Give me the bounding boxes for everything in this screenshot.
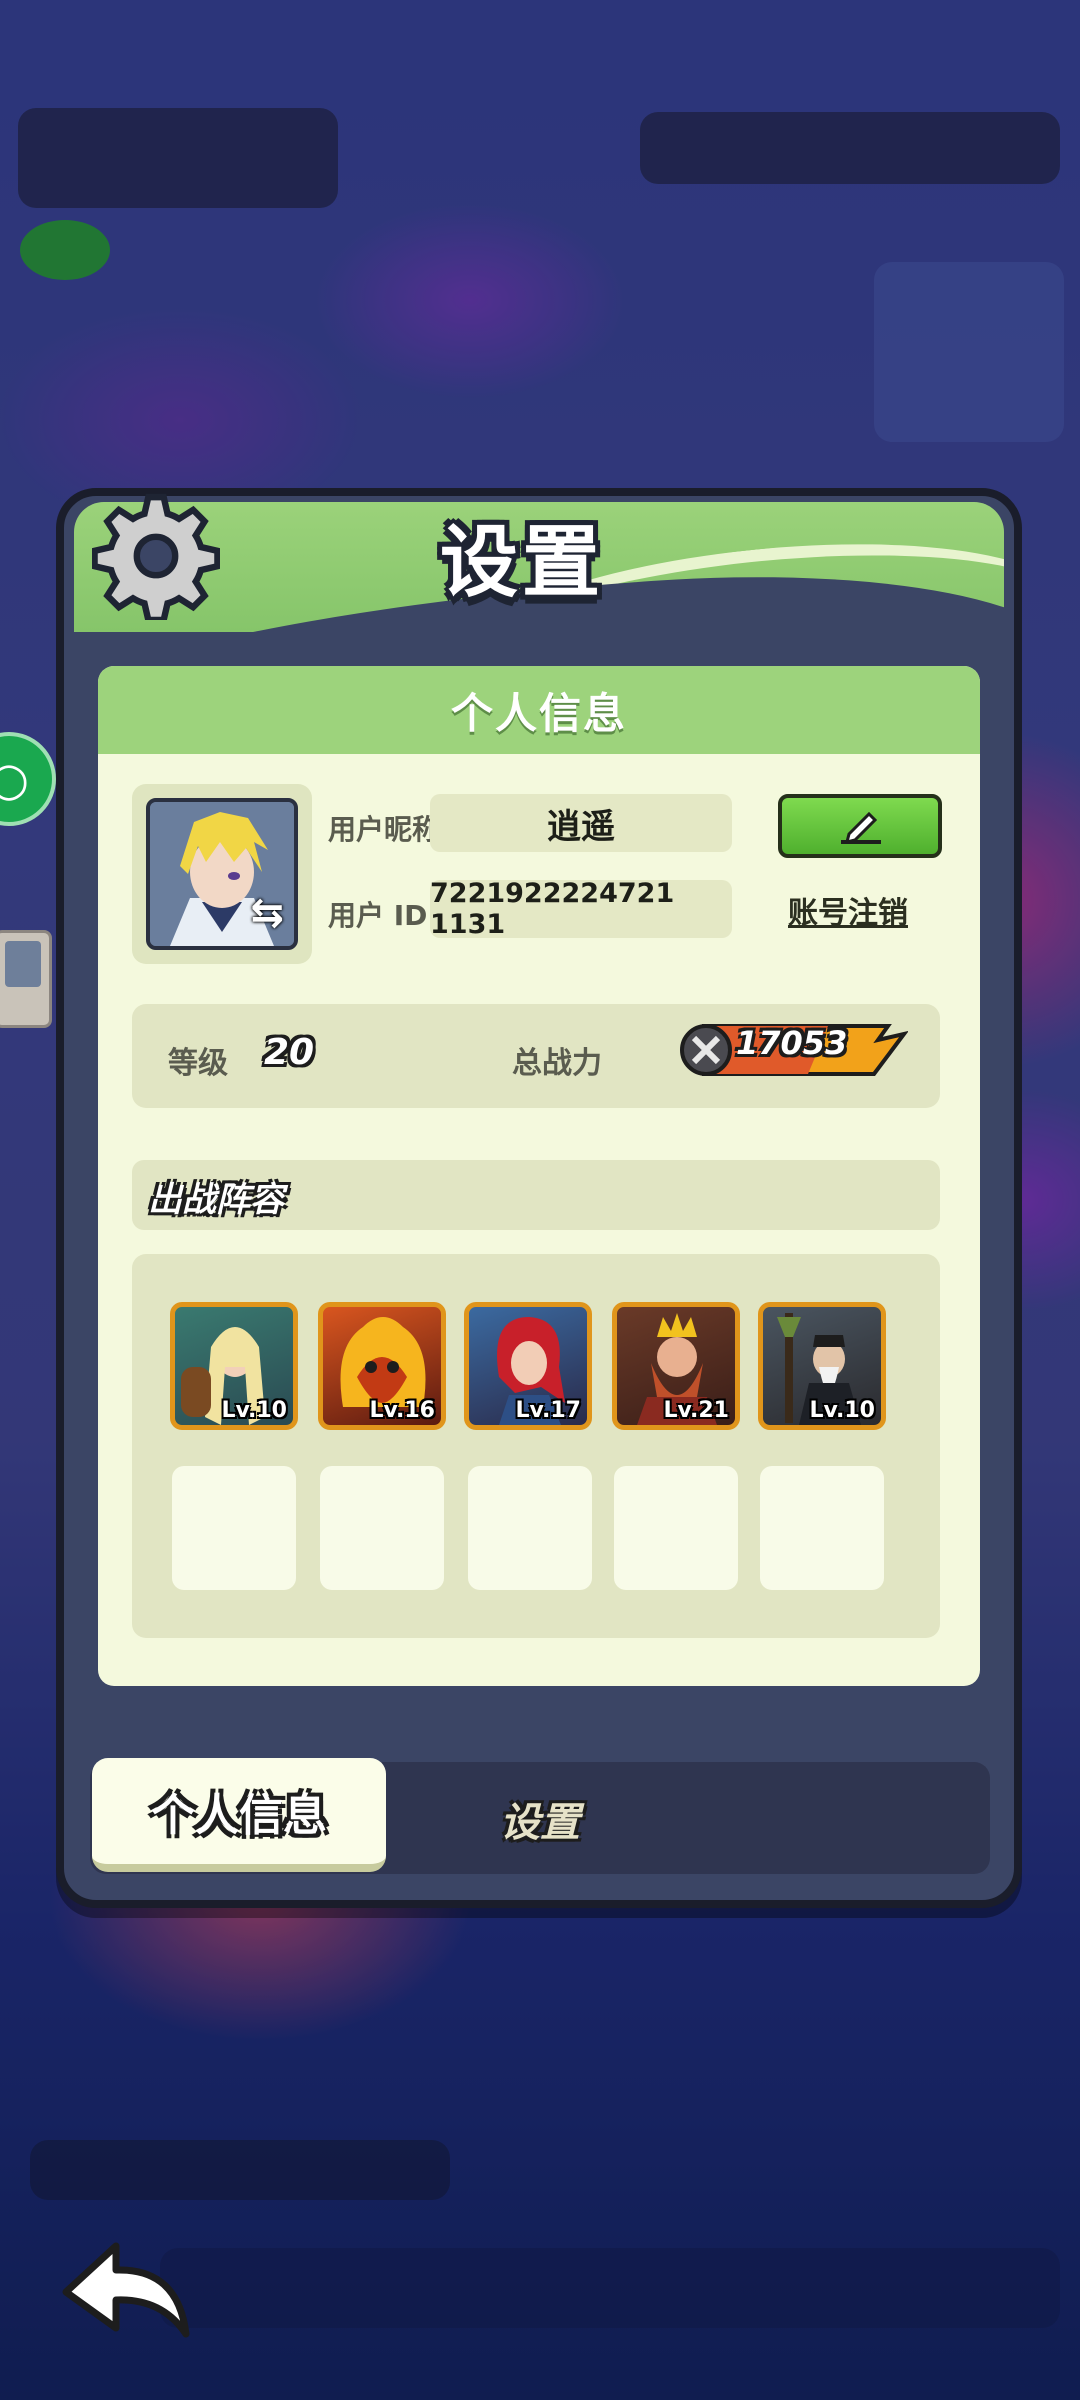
total-power-label: 总战力 (512, 1046, 602, 1081)
hero-level: Lv.21 (663, 1398, 729, 1423)
hero-level: Lv.10 (809, 1398, 875, 1423)
user-id-value: 7221922224721 1131 (430, 878, 675, 940)
hero-level: Lv.16 (369, 1398, 435, 1423)
empty-hero-slot[interactable] (172, 1466, 296, 1590)
lineup-title: 出战阵容 (148, 1180, 284, 1220)
cancel-account-link[interactable]: 账号注销 (788, 888, 908, 932)
user-id-label: 用户 ID (328, 899, 428, 932)
hero-slot-1[interactable]: Lv.10 (170, 1302, 298, 1430)
hero-slot-3[interactable]: Lv.17 (464, 1302, 592, 1430)
total-power-value: 17053 (736, 1024, 848, 1062)
avatar-frame[interactable]: ⇆ (132, 784, 312, 964)
profile-section-title: 个人信息 (98, 666, 980, 754)
hero-level: Lv.10 (221, 1398, 287, 1423)
hero-slot-5[interactable]: Lv.10 (758, 1302, 886, 1430)
empty-hero-slot[interactable] (760, 1466, 884, 1590)
avatar[interactable]: ⇆ (146, 798, 298, 950)
back-arrow-icon[interactable] (58, 2238, 194, 2338)
level-label: 等级 (168, 1046, 228, 1081)
hero-slot-2[interactable]: Lv.16 (318, 1302, 446, 1430)
pencil-icon (841, 811, 881, 845)
gear-icon (92, 493, 220, 620)
tab-settings[interactable]: 设置 (500, 1790, 580, 1848)
profile-card: 个人信息 ⇆ 用户昵称 逍遥 用户 ID 7221922224721 1131 … (98, 666, 980, 1686)
level-value: 20 (264, 1032, 315, 1073)
empty-hero-slot[interactable] (320, 1466, 444, 1590)
phone-icon[interactable] (0, 930, 52, 1028)
nickname-field: 逍遥 (430, 794, 732, 852)
tab-profile[interactable]: 个人信息 (92, 1758, 386, 1872)
hero-level: Lv.17 (515, 1398, 581, 1423)
empty-hero-slot[interactable] (614, 1466, 738, 1590)
swap-arrows-icon[interactable]: ⇆ (250, 890, 284, 936)
edit-nickname-button[interactable] (778, 794, 942, 858)
hero-slot-4[interactable]: Lv.21 (612, 1302, 740, 1430)
dialog-title: 设置 (440, 518, 605, 608)
nickname-value: 逍遥 (547, 806, 615, 847)
nickname-label: 用户昵称 (328, 813, 441, 846)
empty-hero-slot[interactable] (468, 1466, 592, 1590)
user-id-field: 7221922224721 1131 (430, 878, 732, 940)
